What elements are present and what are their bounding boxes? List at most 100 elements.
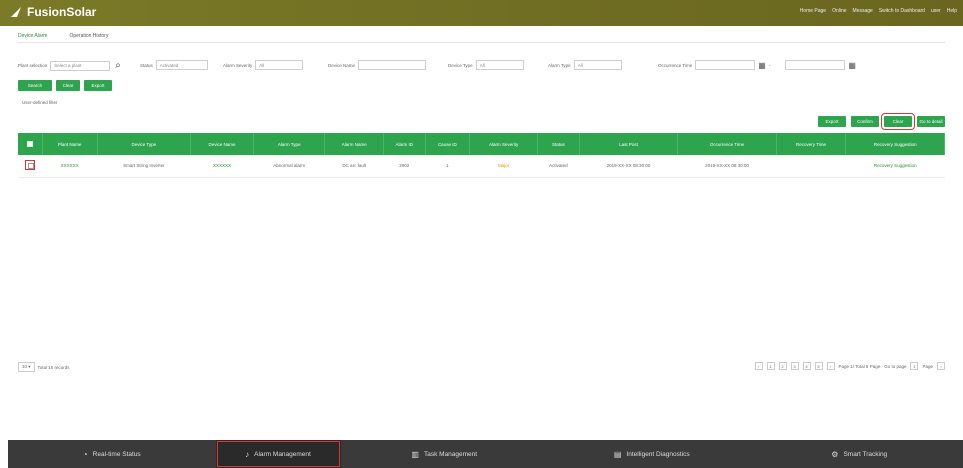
col-status: Status	[537, 133, 580, 155]
occurrence-time-cell: 2019-XX-XX 08:30:00	[677, 155, 777, 178]
col-alarm-id: Alarm ID	[383, 133, 426, 155]
table-export-button[interactable]: Export	[818, 116, 846, 127]
device-filter: Device Name	[328, 60, 427, 70]
select-all-header[interactable]	[18, 133, 43, 155]
page-1-button[interactable]: 1	[766, 362, 775, 370]
severity-filter-label: Alarm Severity	[223, 62, 253, 68]
select-all-checkbox[interactable]	[26, 140, 33, 147]
row-select-cell[interactable]	[18, 155, 42, 178]
calendar-icon[interactable]: ▦	[848, 61, 856, 70]
plant-name-link[interactable]: XXXXXX	[42, 155, 98, 178]
gear-icon: ⚙	[831, 449, 839, 459]
nav-intelligent-diagnostics[interactable]: ▤ Intelligent Diagnostics	[548, 440, 756, 468]
device-type-select[interactable]: All	[475, 60, 524, 70]
alarm-type-filter: Alarm Type All	[548, 60, 622, 70]
table-row[interactable]: XXXXXX Smart String Inverter XXXXXX Abno…	[18, 155, 945, 178]
occurrence-filter: Occurrence Time ▦ - ▦	[658, 60, 856, 70]
alarm-type-cell: Abnormal alarm	[253, 155, 325, 178]
filter-actions: Search Clear Export	[18, 80, 112, 91]
nav-alarm-management[interactable]: ♪ Alarm Management	[215, 440, 341, 468]
alarm-type-select[interactable]: All	[573, 60, 622, 70]
bottom-nav: ◔ Real-time Status ♪ Alarm Management ▥ …	[8, 440, 963, 468]
prev-page-button[interactable]: ‹	[754, 362, 763, 370]
nav-smart-tracking-label: Smart Tracking	[843, 450, 888, 458]
alarm-type-filter-label: Alarm Type	[548, 62, 571, 68]
nav-task-management[interactable]: ▥ Task Management	[341, 440, 549, 468]
tab-divider	[18, 42, 945, 43]
severity-filter: Alarm Severity All	[223, 60, 304, 70]
plant-filter-label: Plant selection	[18, 63, 48, 68]
nav-task-management-label: Task Management	[423, 450, 478, 458]
status-select[interactable]: Activated	[155, 60, 208, 70]
col-cause-id: Cause ID	[425, 133, 471, 155]
confirm-button[interactable]: Confirm	[851, 116, 879, 127]
brand: FusionSolar	[10, 5, 96, 19]
severity-select[interactable]: All	[255, 60, 304, 70]
device-filter-label: Device Name	[328, 62, 356, 68]
calendar-icon[interactable]: ▦	[758, 61, 766, 70]
clock-icon: ◔	[82, 449, 88, 459]
col-alarm-severity: Alarm Severity	[469, 133, 539, 155]
recovery-suggestion-link[interactable]: Recovery Suggestion	[845, 155, 945, 178]
device-type-filter-label: Device Type	[448, 62, 473, 68]
per-page-select[interactable]: 10 ▾	[18, 362, 35, 372]
pagination-right: ‹ 1 2 3 4 5 › Page 1/ Total 5 Page Go to…	[754, 362, 945, 370]
row-checkbox[interactable]	[25, 160, 35, 171]
col-recovery-time: Recovery Time	[776, 133, 847, 155]
goto-button[interactable]: ›	[937, 362, 945, 370]
page-5-button[interactable]: 5	[814, 362, 823, 370]
goto-page-input[interactable]: 1	[910, 362, 919, 370]
message-link[interactable]: Message	[853, 8, 873, 14]
goto-label: Go to page	[884, 363, 907, 369]
nav-intelligent-diagnostics-label: Intelligent Diagnostics	[626, 450, 690, 458]
nav-smart-tracking[interactable]: ⚙ Smart Tracking	[756, 440, 963, 468]
help-link[interactable]: Help	[947, 8, 957, 14]
page-3-button[interactable]: 3	[790, 362, 799, 370]
device-name-input[interactable]	[358, 60, 427, 70]
last-post-cell: 2019-XX-XX 08:30:00	[579, 155, 678, 178]
go-to-detail-button[interactable]: Go to detail	[917, 116, 945, 127]
device-type-cell: Smart String Inverter	[97, 155, 191, 178]
alarm-table: Plant Name Device Type Device Name Alarm…	[18, 133, 945, 178]
top-header: FusionSolar Home Page Online Message Swi…	[0, 0, 963, 26]
export-button[interactable]: Export	[84, 80, 112, 91]
search-button[interactable]: Search	[18, 80, 52, 91]
status-cell: Activated	[537, 155, 580, 178]
table-header-row: Plant Name Device Type Device Name Alarm…	[18, 133, 945, 155]
occurrence-start-input[interactable]	[695, 60, 756, 70]
col-device-name: Device Name	[190, 133, 255, 155]
table-clear-button[interactable]: Clear	[881, 113, 915, 130]
recovery-time-cell	[776, 155, 846, 178]
plant-filter: Plant selection Select a plant ⌕	[18, 60, 121, 71]
range-separator: -	[768, 62, 771, 68]
occurrence-end-input[interactable]	[785, 60, 846, 70]
total-records: Total 10 records	[37, 364, 70, 370]
per-page-value: 10	[22, 364, 28, 369]
device-name-link[interactable]: XXXXXX	[190, 155, 254, 178]
dashboard-link[interactable]: Switch to Dashboard	[879, 8, 925, 14]
top-links: Home Page Online Message Switch to Dashb…	[800, 8, 957, 14]
search-icon[interactable]: ⌕	[115, 60, 121, 71]
clear-button[interactable]: Clear	[56, 80, 80, 91]
page-info: Page 1/ Total 5 Page	[838, 363, 881, 369]
online-link[interactable]: Online	[832, 8, 846, 14]
device-type-filter: Device Type All	[448, 60, 524, 70]
leaf-logo-icon	[11, 7, 21, 17]
brand-label: FusionSolar	[27, 5, 97, 19]
plant-select-input[interactable]: Select a plant	[50, 60, 111, 71]
occurrence-filter-label: Occurrence Time	[658, 62, 693, 68]
doc-icon: ▤	[613, 449, 622, 459]
page-2-button[interactable]: 2	[778, 362, 787, 370]
filter-row: Plant selection Select a plant ⌕ Status …	[18, 60, 948, 72]
nav-real-time-status-label: Real-time Status	[92, 450, 141, 458]
user-link[interactable]: user	[931, 8, 941, 14]
cause-id-cell: 1	[425, 155, 470, 178]
col-occurrence-time: Occurrence Time	[677, 133, 777, 155]
next-page-button[interactable]: ›	[826, 362, 835, 370]
user-defined-filter-link[interactable]: User-defined filter	[22, 100, 58, 105]
nav-real-time-status[interactable]: ◔ Real-time Status	[8, 440, 216, 468]
col-recovery-suggestion: Recovery Suggestion	[845, 133, 945, 155]
home-link[interactable]: Home Page	[800, 8, 826, 14]
page-4-button[interactable]: 4	[802, 362, 811, 370]
col-device-type: Device Type	[97, 133, 192, 155]
